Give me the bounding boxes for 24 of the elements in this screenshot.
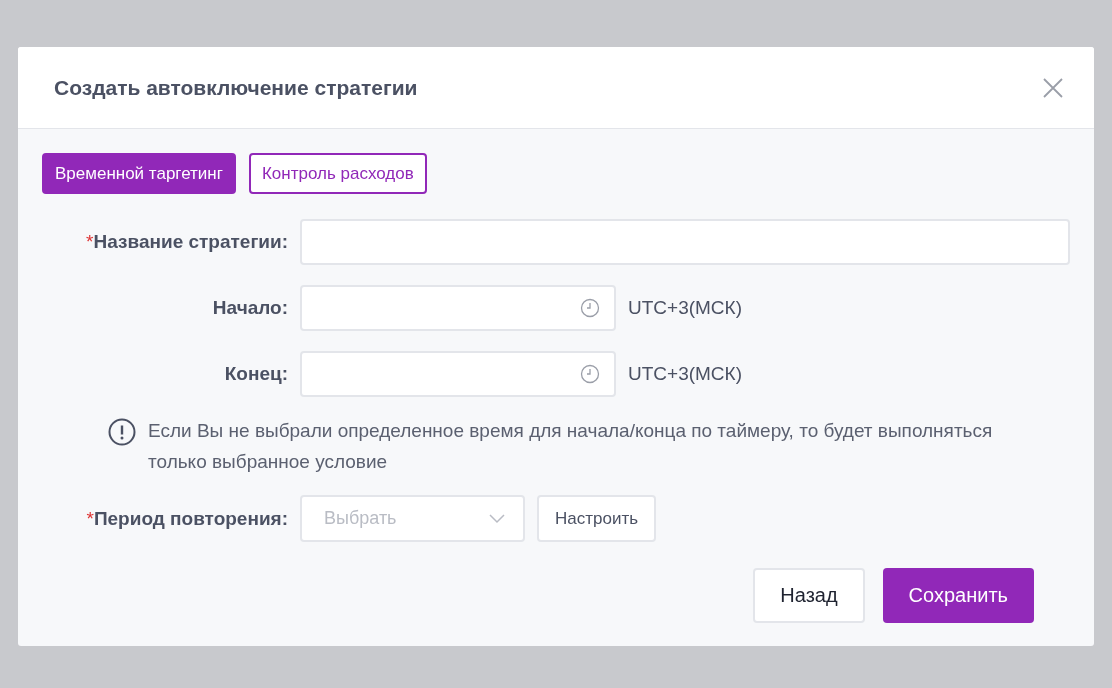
info-note: Если Вы не выбрали определенное время для начала/конца по таймеру, то будет выполняться только выбранное условие	[148, 419, 994, 474]
field-label: Период повторения:	[93, 507, 288, 529]
required-mark: *	[86, 231, 94, 252]
field-label: Название стратегии:	[93, 231, 288, 252]
clock-icon	[580, 298, 600, 318]
info-icon	[108, 418, 136, 446]
tab[interactable]: Контроль расходов	[248, 153, 427, 194]
time-input[interactable]	[300, 285, 616, 331]
close-icon	[1042, 76, 1064, 99]
timezone-label: UTC+3(МСК)	[628, 297, 742, 319]
timezone-label: UTC+3(МСК)	[628, 363, 742, 385]
time-input[interactable]	[300, 351, 616, 397]
dialog-title: Создать автовключение стратегии	[54, 75, 418, 100]
field-label: Начало:	[212, 297, 288, 318]
save-button[interactable]: Сохранить	[882, 568, 1034, 623]
tab[interactable]: Временной таргетинг	[42, 153, 236, 194]
close-button[interactable]	[1042, 76, 1064, 99]
chevron-down-icon	[489, 513, 505, 524]
clock-icon	[580, 364, 600, 384]
required-mark: *	[86, 507, 94, 529]
back-button[interactable]: Назад	[753, 568, 865, 623]
field-label: Конец:	[224, 363, 288, 384]
strategy-name-input[interactable]	[300, 219, 1070, 265]
configure-button[interactable]: Настроить	[537, 495, 657, 542]
